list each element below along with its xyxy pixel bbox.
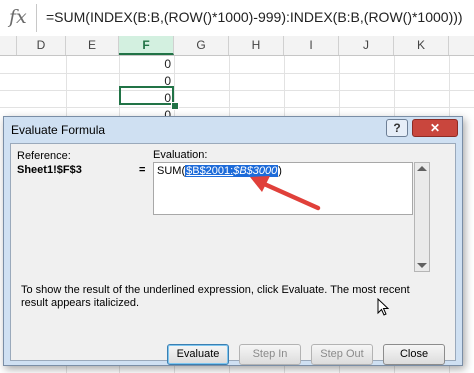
grid-line	[0, 90, 474, 91]
selected-cell-border[interactable]	[119, 86, 174, 105]
scroll-down-icon[interactable]	[417, 263, 427, 268]
column-header-h[interactable]: H	[229, 36, 284, 55]
column-header-g[interactable]: G	[174, 36, 229, 55]
column-headers: D E F G H I J K	[0, 36, 474, 56]
function-icon[interactable]: fx	[9, 6, 27, 28]
evaluate-formula-dialog: Evaluate Formula ? ✕ Reference: Sheet1!$…	[3, 116, 463, 366]
formula-input[interactable]: =SUM(INDEX(B:B,(ROW()*1000)-999):INDEX(B…	[46, 9, 463, 25]
formula-bar-divider	[36, 4, 37, 32]
evaluate-button[interactable]: Evaluate	[167, 344, 229, 365]
column-header-e[interactable]: E	[66, 36, 119, 55]
column-header-k[interactable]: K	[394, 36, 449, 55]
column-header-i[interactable]: I	[284, 36, 339, 55]
step-in-button[interactable]: Step In	[239, 344, 301, 365]
column-header-blank	[0, 36, 17, 55]
reference-label: Reference:	[17, 150, 71, 162]
cell-f1[interactable]: 0	[119, 57, 171, 71]
evaluation-label: Evaluation:	[153, 149, 208, 161]
equals-sign: =	[139, 164, 146, 176]
column-header-d[interactable]: D	[17, 36, 66, 55]
dialog-titlebar[interactable]: Evaluate Formula ? ✕	[4, 117, 462, 143]
eval-underlined: $B$2001:	[186, 165, 234, 177]
evaluation-box[interactable]: SUM($B$2001:$B$3000)	[153, 162, 413, 215]
eval-prefix: SUM(	[157, 165, 186, 177]
help-button[interactable]: ?	[386, 119, 408, 137]
column-header-overflow	[449, 36, 474, 55]
close-button[interactable]: Close	[383, 344, 445, 365]
dialog-body: Reference: Sheet1!$F$3 = Evaluation: SUM…	[10, 143, 456, 365]
grid-line	[0, 73, 474, 74]
step-out-button[interactable]: Step Out	[311, 344, 373, 365]
grid-line	[0, 107, 474, 108]
fill-handle[interactable]	[171, 102, 179, 110]
instruction-text: To show the result of the underlined exp…	[21, 284, 410, 309]
eval-italic: $B$3000	[233, 165, 278, 177]
eval-suffix: )	[278, 165, 282, 177]
dialog-title: Evaluate Formula	[11, 123, 106, 137]
column-header-j[interactable]: J	[339, 36, 394, 55]
reference-value: Sheet1!$F$3	[17, 164, 82, 176]
column-header-f[interactable]: F	[119, 36, 174, 55]
mouse-pointer-icon	[377, 298, 390, 316]
close-window-button[interactable]: ✕	[412, 119, 458, 137]
evaluation-scrollbar[interactable]	[414, 162, 430, 272]
evaluation-text: SUM($B$2001:$B$3000)	[157, 165, 282, 177]
scroll-up-icon[interactable]	[417, 166, 427, 171]
formula-bar: fx =SUM(INDEX(B:B,(ROW()*1000)-999):INDE…	[0, 0, 474, 37]
